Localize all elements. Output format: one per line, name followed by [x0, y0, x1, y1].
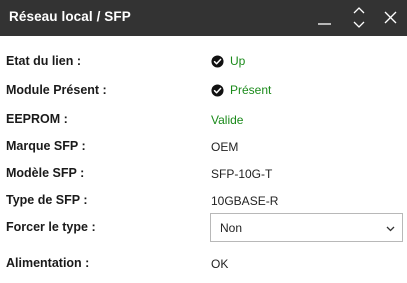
- expand-collapse-icon: [353, 7, 365, 28]
- force-type-label: Forcer le type :: [6, 220, 96, 234]
- close-button[interactable]: [376, 0, 406, 36]
- power-label: Alimentation :: [6, 256, 90, 270]
- model-value: SFP-10G-T: [211, 167, 273, 181]
- minimize-button[interactable]: [310, 0, 340, 36]
- link-state-status: Up: [211, 53, 245, 69]
- link-state-label: Etat du lien :: [6, 54, 81, 68]
- title-bar: Réseau local / SFP: [0, 0, 407, 36]
- eeprom-value: Valide: [211, 113, 244, 127]
- eeprom-label: EEPROM :: [6, 112, 68, 126]
- close-icon: [384, 11, 397, 24]
- check-circle-icon: [211, 54, 224, 68]
- minimize-icon: [318, 23, 331, 25]
- module-present-label: Module Présent :: [6, 83, 107, 97]
- brand-label: Marque SFP :: [6, 139, 86, 153]
- panel-title: Réseau local / SFP: [9, 9, 131, 24]
- power-value: OK: [211, 257, 229, 271]
- force-type-select[interactable]: Non: [210, 213, 403, 242]
- force-type-selected: Non: [220, 221, 243, 235]
- expand-collapse-button[interactable]: [344, 0, 374, 36]
- brand-value: OEM: [211, 140, 239, 154]
- model-label: Modèle SFP :: [6, 166, 85, 180]
- chevron-down-icon: [386, 226, 395, 232]
- sfp-type-label: Type de SFP :: [6, 193, 88, 207]
- check-circle-icon: [211, 83, 224, 97]
- link-state-value: Up: [230, 54, 246, 68]
- sfp-type-value: 10GBASE-R: [211, 194, 279, 208]
- module-present-status: Présent: [211, 82, 271, 98]
- module-present-value: Présent: [230, 83, 272, 97]
- sfp-panel: Réseau local / SFP Etat du lien : Up Mod…: [0, 0, 407, 283]
